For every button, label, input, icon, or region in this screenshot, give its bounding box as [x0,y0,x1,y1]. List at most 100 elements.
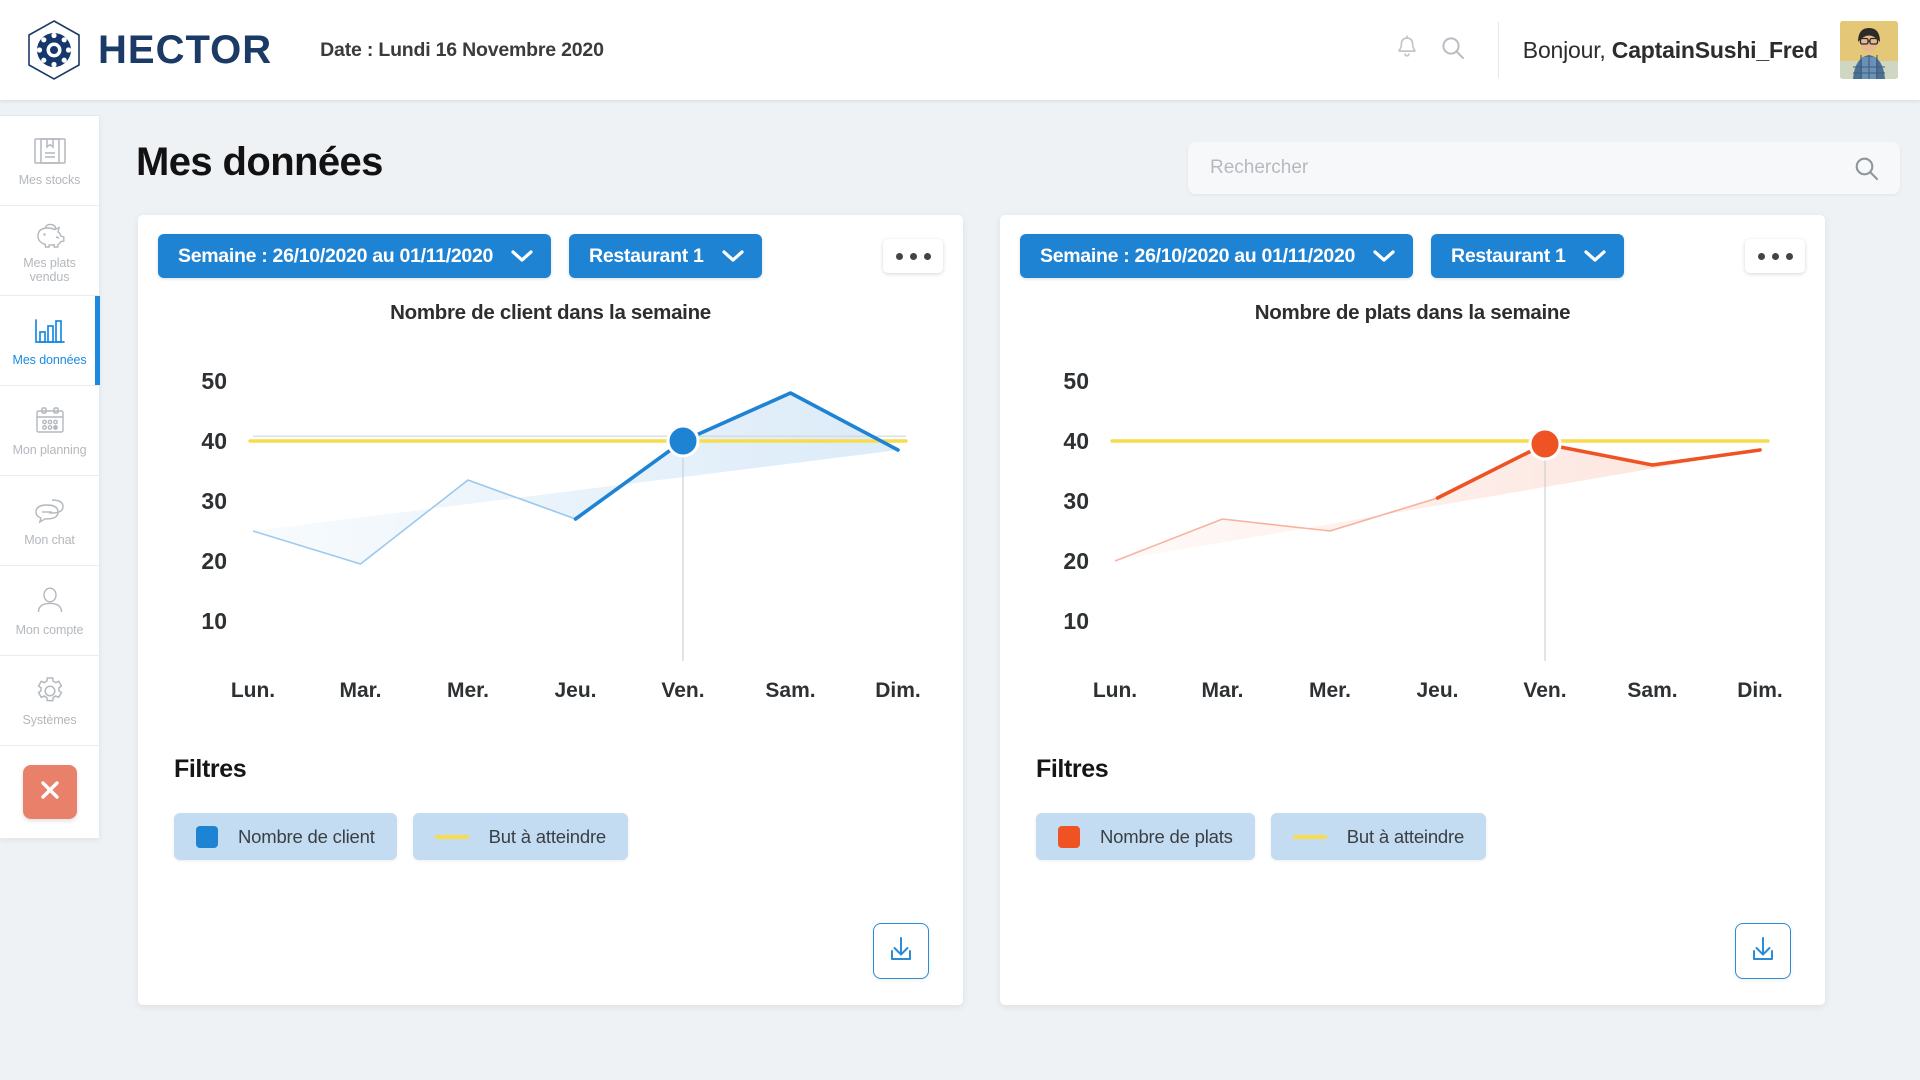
app-header: HECTOR Date : Lundi 16 Novembre 2020 Bon… [0,0,1920,100]
search-bar[interactable] [1188,142,1900,194]
svg-text:30: 30 [201,488,227,514]
restaurant-select-label: Restaurant 1 [1451,244,1566,267]
close-icon [36,776,64,809]
sidebar-item-mes-donnees[interactable]: Mes données [0,296,100,386]
sidebar-item-label: Mes données [12,352,87,367]
week-select-label: Semaine : 26/10/2020 au 01/11/2020 [1040,244,1356,267]
legend-chip-label: But à atteindre [488,825,607,847]
search-icon [1440,35,1466,66]
svg-text:Dim.: Dim. [1737,679,1783,702]
sidebar: Mes stocks Mes plats vendus Mes données [0,115,100,839]
svg-text:Mar.: Mar. [339,679,381,702]
sidebar-item-label: Mes plats vendus [23,256,76,284]
legend-chip-but-a-atteindre[interactable]: But à atteindre [412,813,628,860]
sidebar-item-systemes[interactable]: Systèmes [0,656,99,746]
legend-chip-nombre-de-plats[interactable]: Nombre de plats [1036,813,1255,860]
svg-text:Mer.: Mer. [1309,679,1351,702]
card-menu-button[interactable] [883,239,943,273]
greeting: Bonjour, CaptainSushi_Fred [1523,37,1818,64]
svg-text:20: 20 [1063,548,1089,574]
restaurant-select[interactable]: Restaurant 1 [1431,234,1624,278]
sidebar-item-label: Mon chat [24,532,75,547]
svg-text:40: 40 [201,428,227,454]
filters-title: Filtres [174,755,247,783]
card-toolbar: Semaine : 26/10/2020 au 01/11/2020 Resta… [158,233,943,279]
sidebar-item-mon-planning[interactable]: Mon planning [0,386,99,476]
svg-text:Dim.: Dim. [875,679,921,702]
header-divider [1497,22,1499,78]
header-search-button[interactable] [1430,27,1476,73]
legend-row: Nombre de plats But à atteindre [1036,813,1487,860]
sidebar-item-mes-plats-vendus[interactable]: Mes plats vendus [0,206,99,296]
sidebar-item-label: Mon compte [15,622,84,637]
notifications-button[interactable] [1384,27,1430,73]
sidebar-item-label: Mes stocks [18,172,81,187]
header-actions: Bonjour, CaptainSushi_Fred [1384,0,1920,100]
goal-line-swatch [434,834,469,839]
svg-text:Mer.: Mer. [447,679,489,702]
week-select[interactable]: Semaine : 26/10/2020 au 01/11/2020 [158,234,552,278]
chart-title: Nombre de plats dans la semaine [1254,301,1571,324]
gear-icon [34,674,66,708]
sidebar-item-label: Systèmes [22,712,77,727]
download-icon [1748,934,1778,969]
svg-text:10: 10 [201,608,227,634]
username: CaptainSushi_Fred [1611,36,1818,63]
download-button[interactable] [1735,923,1791,979]
legend-chip-nombre-de-client[interactable]: Nombre de client [174,813,397,860]
book-icon [33,134,67,168]
goal-line-swatch [1292,834,1327,839]
svg-text:50: 50 [1063,368,1089,394]
bell-icon [1395,34,1419,66]
user-icon [35,584,65,618]
hector-hexagon-icon [26,19,82,81]
restaurant-select[interactable]: Restaurant 1 [569,234,762,278]
sidebar-close-wrap [0,746,99,838]
svg-text:Lun.: Lun. [231,679,275,702]
search-icon[interactable] [1853,155,1900,182]
chevron-down-icon [1373,249,1395,263]
card-clients: Semaine : 26/10/2020 au 01/11/2020 Resta… [138,215,963,1005]
svg-text:Sam.: Sam. [1627,679,1677,702]
legend-chip-label: Nombre de plats [1100,825,1233,847]
svg-text:Jeu.: Jeu. [554,679,596,702]
card-menu-button[interactable] [1745,239,1805,273]
chart-title: Nombre de client dans la semaine [390,301,711,324]
avatar[interactable] [1840,21,1898,79]
svg-text:Ven.: Ven. [1523,679,1566,702]
legend-chip-label: Nombre de client [238,825,375,847]
sidebar-item-mes-stocks[interactable]: Mes stocks [0,116,99,206]
kebab-menu-icon [1757,252,1765,260]
header-date: Date : Lundi 16 Novembre 2020 [320,38,604,61]
calendar-icon [34,404,66,438]
svg-text:10: 10 [1063,608,1089,634]
chart-plats: 10 20 30 40 50 Lun. Mar. Mer. Jeu. Ven. Sam. Dim. [1010,333,1815,713]
sidebar-item-mon-chat[interactable]: Mon chat [0,476,99,566]
chevron-down-icon [511,249,533,263]
legend-chip-but-a-atteindre[interactable]: But à atteindre [1270,813,1487,860]
filters-title: Filtres [1036,755,1109,783]
brand-name: HECTOR [98,27,273,72]
search-input[interactable] [1188,157,1853,179]
week-select[interactable]: Semaine : 26/10/2020 au 01/11/2020 [1020,234,1414,278]
card-plats: Semaine : 26/10/2020 au 01/11/2020 Resta… [1000,215,1825,1005]
kebab-menu-icon [909,252,917,260]
svg-text:50: 50 [201,368,227,394]
download-button[interactable] [873,923,929,979]
svg-text:20: 20 [201,548,227,574]
svg-text:40: 40 [1063,428,1089,454]
piggy-bank-icon [32,217,68,251]
svg-text:Jeu.: Jeu. [1416,679,1458,702]
chevron-down-icon [1583,249,1606,263]
kebab-menu-icon [1771,252,1779,260]
brand-logo[interactable]: HECTOR [26,19,272,81]
chart-clients: 10 20 30 40 50 Lun. Mar. Mer. Jeu. Ven. Sam. Dim. [148,333,953,713]
svg-text:Mar.: Mar. [1201,679,1243,702]
page-title: Mes données [136,140,383,184]
kebab-menu-icon [895,252,903,260]
legend-chip-label: But à atteindre [1346,825,1465,847]
svg-text:Sam.: Sam. [765,679,815,702]
close-button[interactable] [22,765,77,819]
series-color-swatch [1058,825,1080,848]
sidebar-item-mon-compte[interactable]: Mon compte [0,566,99,656]
